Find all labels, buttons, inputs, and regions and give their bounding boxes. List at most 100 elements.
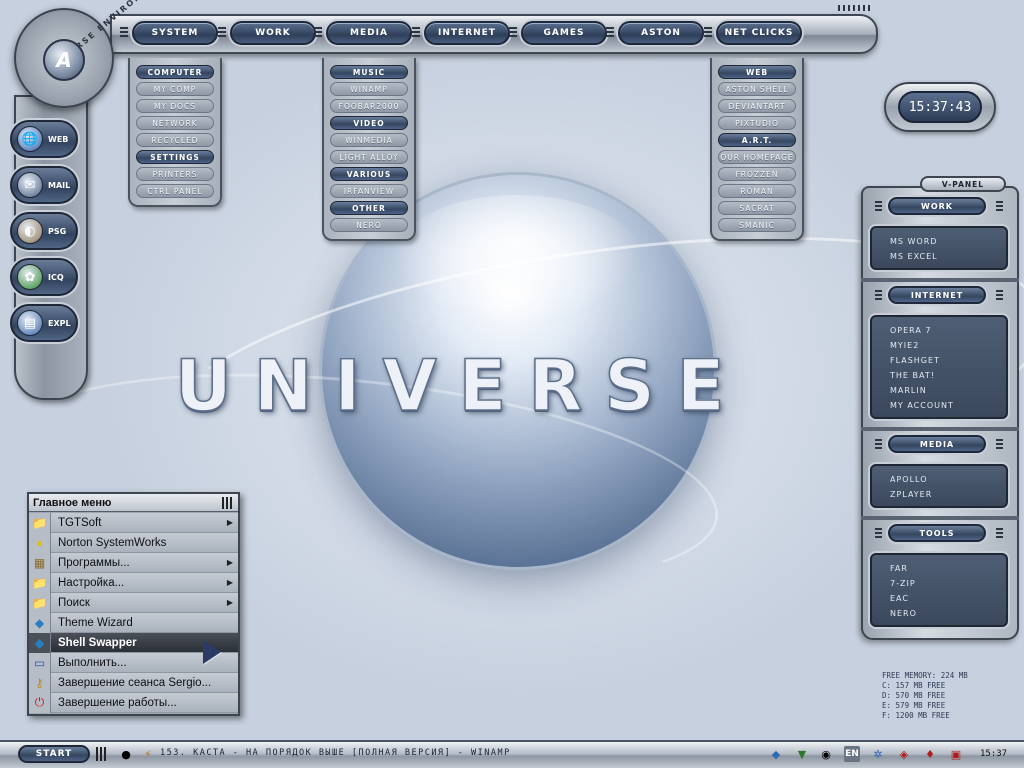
menu-item-various[interactable]: VARIOUS <box>330 167 408 181</box>
start-button[interactable]: START <box>18 745 90 763</box>
menu-item-deviantart[interactable]: DEVIANTART <box>718 99 796 113</box>
language-indicator[interactable]: EN <box>844 746 860 762</box>
v-section-grip[interactable] <box>996 201 1003 211</box>
menu-item-network[interactable]: NETWORK <box>136 116 214 130</box>
v-item-the-bat-[interactable]: THE BAT! <box>890 368 1006 383</box>
submenu-arrow-icon: ▶ <box>226 518 233 527</box>
v-item-far[interactable]: FAR <box>890 561 1006 576</box>
menu-item-printers[interactable]: PRINTERS <box>136 167 214 181</box>
nav-button-work[interactable]: WORK <box>230 21 316 45</box>
power-icon: ⏻ <box>29 692 51 713</box>
v-item-apollo[interactable]: APOLLO <box>890 472 1006 487</box>
menu-item-winamp[interactable]: WINAMP <box>330 82 408 96</box>
menu-item-ctrl-panel[interactable]: CTRL PANEL <box>136 184 214 198</box>
submenu-arrow-icon: ▶ <box>226 558 233 567</box>
netclicks-dropdown-menu: WEB ASTON SHELL DEVIANTART PIXTUDIO A.R.T. OU… <box>710 58 804 241</box>
start-menu-item-2[interactable]: ▦ Программы... ▶ <box>29 552 238 573</box>
start-menu-item-5[interactable]: ◆ Theme Wizard <box>29 612 238 633</box>
nav-button-system[interactable]: SYSTEM <box>132 21 218 45</box>
menu-item-pixtudio[interactable]: PIXTUDIO <box>718 116 796 130</box>
start-menu-item-4[interactable]: 📁 Поиск ▶ <box>29 592 238 613</box>
menu-item-roman[interactable]: ROMAN <box>718 184 796 198</box>
start-menu-item-3[interactable]: 📁 Настройка... ▶ <box>29 572 238 593</box>
menu-item-irfanview[interactable]: IRFANVIEW <box>330 184 408 198</box>
menu-item-computer[interactable]: COMPUTER <box>136 65 214 79</box>
v-item-ms-word[interactable]: MS WORD <box>890 234 1006 249</box>
menu-item-our-homepage[interactable]: OUR HOMEPAGE <box>718 150 796 164</box>
v-section-grip[interactable] <box>996 439 1003 449</box>
menu-item-aston-shell[interactable]: ASTON SHELL <box>718 82 796 96</box>
taskbar-grip[interactable] <box>96 747 106 761</box>
menu-item-web[interactable]: WEB <box>718 65 796 79</box>
mail-icon: ✉ <box>17 172 43 198</box>
menu-item-nero[interactable]: NERO <box>330 218 408 232</box>
nav-button-aston[interactable]: ASTON <box>618 21 704 45</box>
logo-icon[interactable]: A <box>43 39 85 81</box>
menu-item-foobar2000[interactable]: FOOBAR2000 <box>330 99 408 113</box>
start-menu-item-9[interactable]: ⏻ Завершение работы... <box>29 692 238 713</box>
alert-tray-icon[interactable]: ♦ <box>922 746 938 762</box>
start-menu-item-8[interactable]: ⚷ Завершение сеанса Sergio... <box>29 672 238 693</box>
nav-button-media[interactable]: MEDIA <box>326 21 412 45</box>
menu-item-settings[interactable]: SETTINGS <box>136 150 214 164</box>
menu-item-smanic[interactable]: SMANIC <box>718 218 796 232</box>
taskbar-now-playing[interactable]: 153. КАСТА - НА ПОРЯДОК ВЫШЕ [ПОЛНАЯ ВЕР… <box>160 748 511 758</box>
start-menu-item-1[interactable]: ● Norton SystemWorks <box>29 532 238 553</box>
v-section-internet[interactable]: INTERNET <box>888 286 986 304</box>
v-item-7-zip[interactable]: 7-ZIP <box>890 576 1006 591</box>
start-menu-grip[interactable] <box>222 497 234 509</box>
mouse-cursor <box>203 640 221 664</box>
nav-button-internet[interactable]: INTERNET <box>424 21 510 45</box>
v-section-work[interactable]: WORK <box>888 197 986 215</box>
menu-item-other[interactable]: OTHER <box>330 201 408 215</box>
dock-button-expl[interactable]: ▤ EXPL <box>10 304 78 342</box>
v-item-myie2[interactable]: MYIE2 <box>890 338 1006 353</box>
v-section-grip[interactable] <box>875 528 882 538</box>
v-section-grip[interactable] <box>996 528 1003 538</box>
dock-button-mail[interactable]: ✉ MAIL <box>10 166 78 204</box>
menu-item-frozzen[interactable]: FROZZEN <box>718 167 796 181</box>
v-item-flashget[interactable]: FLASHGET <box>890 353 1006 368</box>
menu-item-light-alloy[interactable]: LIGHT ALLOY <box>330 150 408 164</box>
topbar-grip[interactable] <box>838 5 872 11</box>
start-menu-item-0[interactable]: 📁 TGTSoft ▶ <box>29 512 238 533</box>
v-item-marlin[interactable]: MARLIN <box>890 383 1006 398</box>
v-item-eac[interactable]: EAC <box>890 591 1006 606</box>
download-tray-icon[interactable]: ▼ <box>794 746 810 762</box>
folder-icon: 📁 <box>29 512 51 533</box>
antivirus-tray-icon[interactable]: ◈ <box>896 746 912 762</box>
menu-item-winmedia[interactable]: WINMEDIA <box>330 133 408 147</box>
menu-item-a-r-t-[interactable]: A.R.T. <box>718 133 796 147</box>
volume-tray-icon[interactable]: ▣ <box>948 746 964 762</box>
shield-tray-icon[interactable]: ◉ <box>818 746 834 762</box>
dock-button-icq[interactable]: ✿ ICQ <box>10 258 78 296</box>
start-menu-item-label: Norton SystemWorks <box>58 536 167 549</box>
menu-item-video[interactable]: VIDEO <box>330 116 408 130</box>
v-panel-title[interactable]: V-PANEL <box>920 176 1006 192</box>
media-dropdown-menu: MUSIC WINAMP FOOBAR2000 VIDEO WINMEDIA LIGHT … <box>322 58 416 241</box>
v-section-grip[interactable] <box>996 290 1003 300</box>
v-item-zplayer[interactable]: ZPLAYER <box>890 487 1006 502</box>
winamp-icon[interactable]: ⚡ <box>140 746 156 762</box>
messenger-tray-icon[interactable]: ✲ <box>870 746 886 762</box>
nav-button-games[interactable]: GAMES <box>521 21 607 45</box>
quick-launch-icon[interactable]: ● <box>118 746 134 762</box>
dock-button-web[interactable]: 🌐 WEB <box>10 120 78 158</box>
network-tray-icon[interactable]: ◆ <box>768 746 784 762</box>
v-section-grip[interactable] <box>875 201 882 211</box>
v-item-nero[interactable]: NERO <box>890 606 1006 621</box>
v-item-opera-7[interactable]: OPERA 7 <box>890 323 1006 338</box>
menu-item-music[interactable]: MUSIC <box>330 65 408 79</box>
v-section-grip[interactable] <box>875 290 882 300</box>
dock-button-psg[interactable]: ◐ PSG <box>10 212 78 250</box>
menu-item-my-comp[interactable]: MY COMP <box>136 82 214 96</box>
v-section-grip[interactable] <box>875 439 882 449</box>
v-item-ms-excel[interactable]: MS EXCEL <box>890 249 1006 264</box>
nav-button-net-clicks[interactable]: NET CLICKS <box>716 21 802 45</box>
v-section-media[interactable]: MEDIA <box>888 435 986 453</box>
v-section-tools[interactable]: TOOLS <box>888 524 986 542</box>
v-item-my-account[interactable]: MY ACCOUNT <box>890 398 1006 413</box>
menu-item-recycled[interactable]: RECYCLED <box>136 133 214 147</box>
menu-item-my-docs[interactable]: MY DOCS <box>136 99 214 113</box>
menu-item-sacrat[interactable]: SACRAT <box>718 201 796 215</box>
